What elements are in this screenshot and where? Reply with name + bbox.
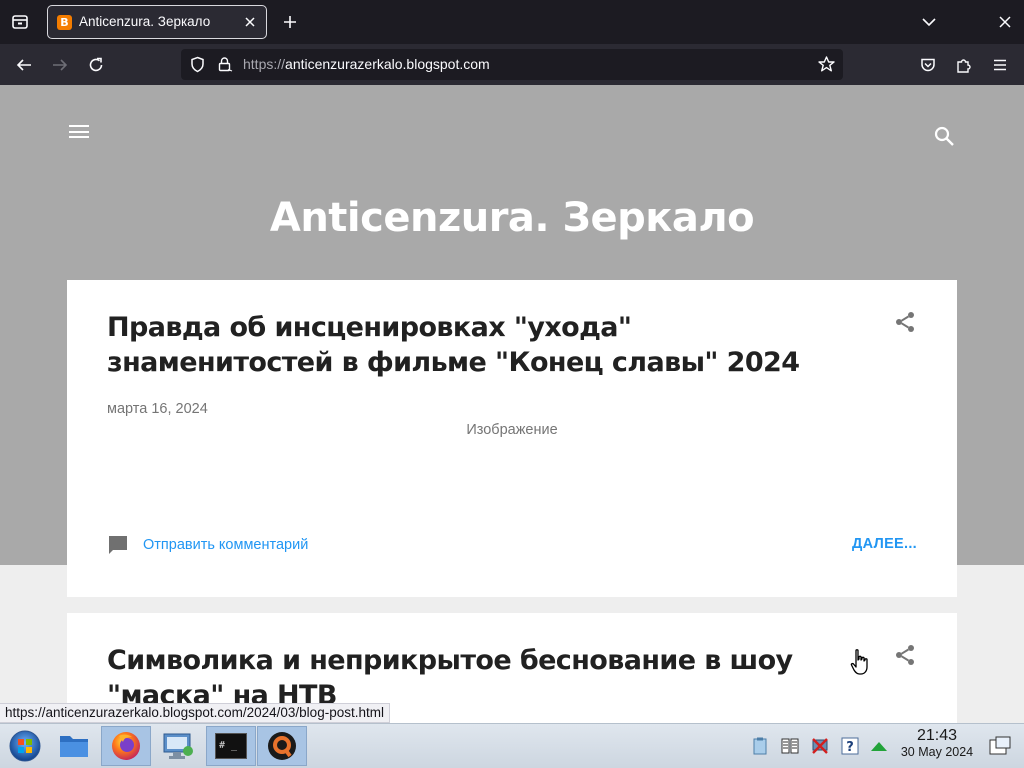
web-page: Anticenzura. Зеркало Правда об инсцениро… bbox=[0, 85, 1024, 723]
start-menu-button[interactable] bbox=[2, 726, 48, 766]
blog-title[interactable]: Anticenzura. Зеркало bbox=[0, 195, 1024, 241]
url-text[interactable]: https://anticenzurazerkalo.blogspot.com bbox=[243, 56, 490, 72]
app-menu-button[interactable] bbox=[987, 52, 1013, 78]
blogger-favicon-icon: B bbox=[57, 15, 72, 30]
forward-button[interactable] bbox=[47, 52, 73, 78]
terminal-taskbar-button[interactable]: # _ bbox=[206, 726, 256, 766]
read-more-link[interactable]: ДАЛЕЕ... bbox=[852, 536, 917, 552]
system-settings-button[interactable] bbox=[155, 726, 201, 766]
comment-link[interactable]: Отправить комментарий bbox=[143, 537, 308, 553]
chevron-down-icon[interactable] bbox=[918, 11, 940, 33]
reload-icon bbox=[89, 57, 103, 72]
hamburger-menu-icon[interactable] bbox=[69, 125, 89, 141]
bookmark-star-icon[interactable] bbox=[817, 55, 836, 74]
window-close-icon[interactable] bbox=[994, 11, 1016, 33]
post-image-placeholder[interactable]: Изображение bbox=[67, 422, 957, 438]
show-desktop-icon[interactable] bbox=[988, 735, 1012, 757]
post-card: Правда об инсценировках "ухода" знаменит… bbox=[67, 280, 957, 597]
close-tab-icon[interactable] bbox=[242, 14, 258, 30]
clipboard-tray-icon[interactable] bbox=[750, 736, 770, 756]
clock-time: 21:43 bbox=[916, 727, 958, 744]
post-date[interactable]: марта 16, 2024 bbox=[107, 401, 208, 417]
computer-settings-icon bbox=[163, 733, 193, 759]
post-title[interactable]: Правда об инсценировках "ухода" знаменит… bbox=[107, 310, 857, 380]
svg-text:?: ? bbox=[846, 740, 854, 755]
start-orb-icon bbox=[9, 730, 41, 762]
folder-icon bbox=[60, 736, 88, 757]
menu-icon bbox=[994, 59, 1006, 71]
arrow-left-icon bbox=[16, 59, 31, 71]
clock[interactable]: 21:43 30 May 2024 bbox=[896, 727, 978, 760]
back-button[interactable] bbox=[11, 52, 37, 78]
comment-link-row[interactable]: Отправить комментарий bbox=[107, 534, 308, 556]
keyboard-layout-tray-icon[interactable] bbox=[780, 736, 800, 756]
tab-bar: B Anticenzura. Зеркало bbox=[0, 0, 1024, 44]
url-host: anticenzurazerkalo.blogspot.com bbox=[285, 56, 490, 72]
tab-title: Anticenzura. Зеркало bbox=[79, 14, 211, 29]
url-scheme: https:// bbox=[243, 56, 286, 72]
pocket-button[interactable] bbox=[915, 52, 941, 78]
tab-anticenzura[interactable]: B Anticenzura. Зеркало bbox=[47, 5, 267, 39]
help-tray-icon[interactable]: ? bbox=[840, 736, 860, 756]
comment-icon bbox=[109, 536, 127, 554]
qbittorrent-icon bbox=[268, 732, 296, 760]
network-disconnected-tray-icon[interactable] bbox=[810, 736, 830, 756]
tab-list-icon bbox=[12, 15, 28, 29]
firefox-icon bbox=[112, 732, 140, 760]
arrow-right-icon bbox=[53, 59, 68, 71]
list-all-tabs-button[interactable] bbox=[8, 10, 32, 34]
reload-button[interactable] bbox=[83, 52, 109, 78]
link-status-tooltip: https://anticenzurazerkalo.blogspot.com/… bbox=[0, 703, 390, 723]
qbittorrent-taskbar-button[interactable] bbox=[257, 726, 307, 766]
plus-icon bbox=[284, 16, 296, 28]
tracking-protection-shield-icon[interactable] bbox=[189, 56, 206, 73]
navigation-toolbar: https://anticenzurazerkalo.blogspot.com bbox=[0, 44, 1024, 85]
search-icon[interactable] bbox=[933, 125, 955, 147]
pocket-icon bbox=[921, 58, 935, 72]
puzzle-piece-icon bbox=[957, 59, 971, 73]
taskbar: # _ ? 21:43 30 May 2024 bbox=[0, 723, 1024, 768]
clock-date: 30 May 2024 bbox=[900, 745, 974, 759]
update-arrow-tray-icon[interactable] bbox=[869, 736, 889, 756]
address-bar[interactable]: https://anticenzurazerkalo.blogspot.com bbox=[181, 49, 843, 80]
firefox-taskbar-button[interactable] bbox=[101, 726, 151, 766]
share-icon[interactable] bbox=[893, 310, 917, 334]
terminal-icon: # _ bbox=[215, 733, 247, 759]
file-manager-button[interactable] bbox=[51, 726, 97, 766]
hand-pointer-cursor-icon bbox=[850, 649, 868, 675]
share-icon[interactable] bbox=[893, 643, 917, 667]
new-tab-button[interactable] bbox=[279, 11, 301, 33]
extensions-button[interactable] bbox=[951, 52, 977, 78]
lock-icon[interactable] bbox=[216, 56, 233, 73]
